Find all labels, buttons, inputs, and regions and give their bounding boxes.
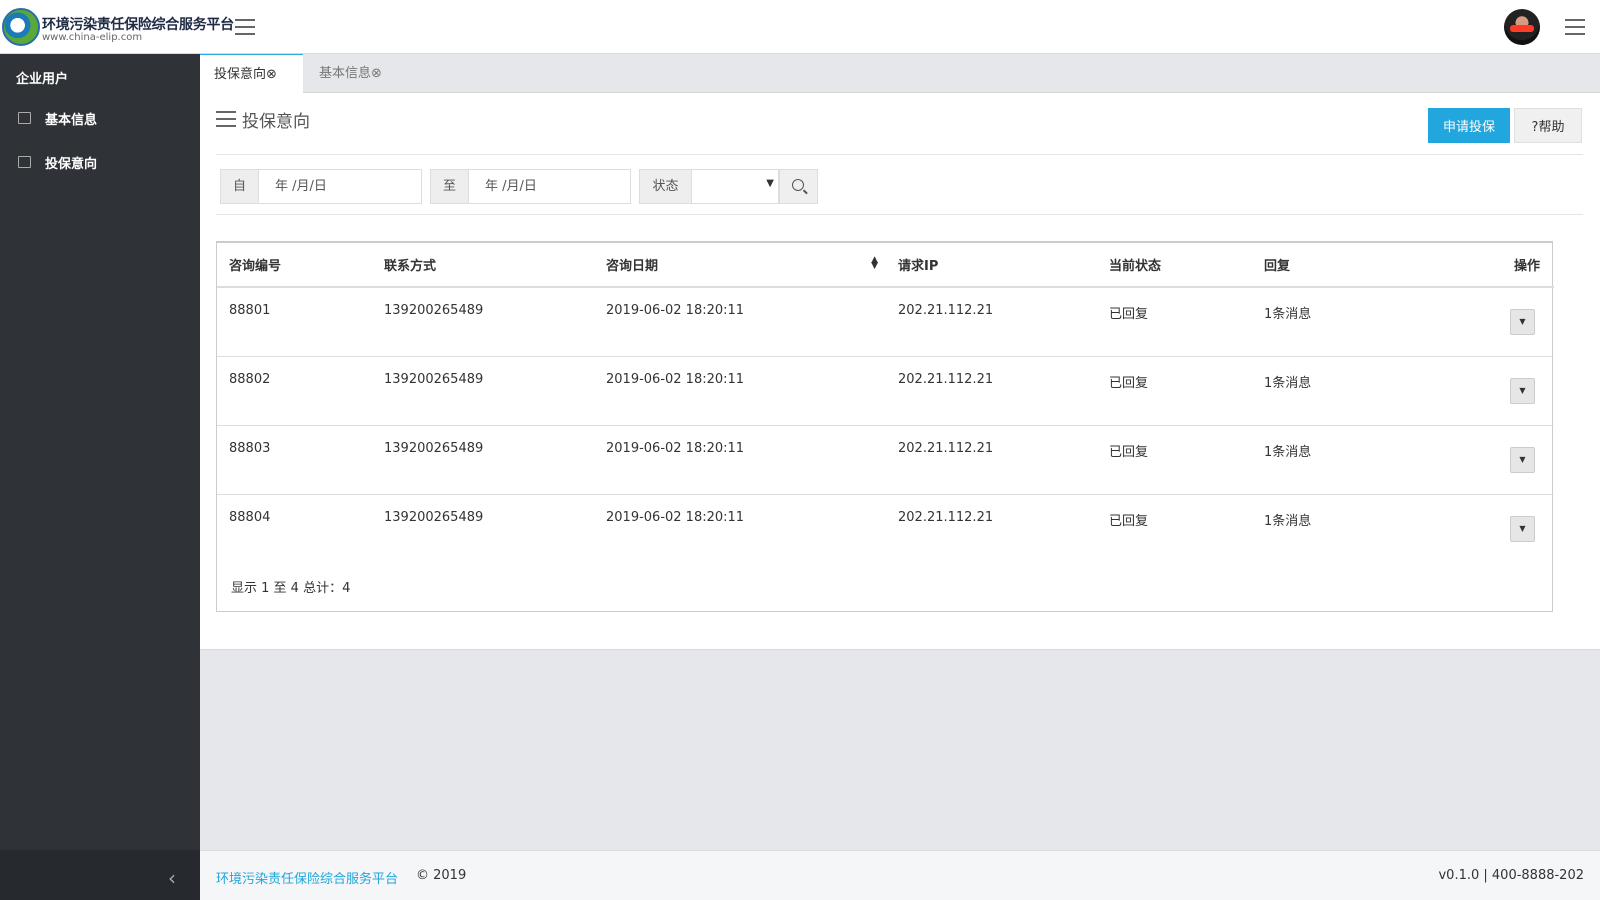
filter-bar: 自 年 /月/日 至 年 /月/日 状态 ▼ xyxy=(216,155,1583,215)
sidebar-title: 企业用户 xyxy=(16,72,69,87)
table-row: 88804 139200265489 2019-06-02 18:20:11 2… xyxy=(217,494,1554,563)
sidebar-item-basic-info[interactable]: 基本信息 xyxy=(0,96,200,140)
to-date-label: 至 xyxy=(430,169,469,204)
tab-insurance-intent[interactable]: 投保意向⊗ xyxy=(200,54,303,93)
contact-number: 139200265489 xyxy=(372,287,594,357)
column-request-ip: 请求IP xyxy=(886,243,1097,288)
apply-insurance-button[interactable]: 申请投保 xyxy=(1428,108,1510,143)
inquiries-table: 咨询编号 联系方式 咨询日期 ▲ ▼ 请求IP 当前状态 回复 操作 88801 … xyxy=(216,241,1554,612)
column-reply: 回复 xyxy=(1252,243,1439,288)
footer-brand-link[interactable]: 环境污染责任保险综合服务平台 xyxy=(216,868,398,887)
sidebar-item-label: 基本信息 xyxy=(45,113,98,128)
insurance-intent-panel: 投保意向 申请投保 ?帮助 自 年 /月/日 至 年 /月/日 状态 ▼ 咨询编… xyxy=(200,93,1600,650)
table-row: 88802 139200265489 2019-06-02 18:20:11 2… xyxy=(217,356,1554,426)
row-actions: ▼ xyxy=(1439,494,1554,563)
status-select[interactable]: ▼ xyxy=(691,169,779,204)
inquiry-status: 已回复 xyxy=(1097,356,1252,426)
logo-icon xyxy=(2,8,40,46)
reply-count: 1条消息 xyxy=(1252,356,1439,426)
inquiry-date: 2019-06-02 18:20:11 xyxy=(594,356,886,426)
from-date-label: 自 xyxy=(220,169,259,204)
inquiry-id: 88801 xyxy=(217,287,372,357)
inquiry-date: 2019-06-02 18:20:11 xyxy=(594,425,886,495)
platform-logo[interactable]: 环境污染责任保险综合服务平台 www.china-elip.com xyxy=(2,8,234,48)
column-contact: 联系方式 xyxy=(372,243,594,288)
page-title: 投保意向 xyxy=(242,112,310,132)
column-date[interactable]: 咨询日期 ▲ ▼ xyxy=(594,243,886,288)
request-ip: 202.21.112.21 xyxy=(886,356,1097,426)
column-status: 当前状态 xyxy=(1097,243,1252,288)
sidebar-collapse-bar[interactable]: ‹ xyxy=(0,850,200,900)
reply-count: 1条消息 xyxy=(1264,513,1312,529)
sidebar-item-insurance-intent[interactable]: 投保意向 xyxy=(0,140,200,184)
table-row: 88803 139200265489 2019-06-02 18:20:11 2… xyxy=(217,425,1554,495)
chevron-left-icon[interactable]: ‹ xyxy=(168,866,176,890)
document-icon xyxy=(18,156,31,168)
help-button[interactable]: ?帮助 xyxy=(1514,108,1582,143)
footer-version-contact: v0.1.0 | 400-8888-202 xyxy=(1438,868,1584,883)
row-actions: ▼ xyxy=(1439,356,1554,426)
inquiry-id: 88804 xyxy=(229,509,271,525)
from-date-input[interactable]: 年 /月/日 xyxy=(258,169,422,204)
contact-number: 139200265489 xyxy=(372,425,594,495)
table-row: 88801 139200265489 2019-06-02 18:20:11 2… xyxy=(217,287,1554,357)
menu-icon[interactable] xyxy=(1565,19,1585,35)
footer: 环境污染责任保险综合服务平台 © 2019 v0.1.0 | 400-8888-… xyxy=(200,850,1600,900)
caret-down-icon[interactable]: ▼ xyxy=(1510,446,1535,473)
request-ip: 202.21.112.21 xyxy=(886,425,1097,495)
sidebar-item-label: 投保意向 xyxy=(45,157,98,172)
to-date-input[interactable]: 年 /月/日 xyxy=(468,169,631,204)
inquiry-status: 已回复 xyxy=(1097,425,1252,495)
footer-copyright: © 2019 xyxy=(416,868,467,883)
tab-basic-info[interactable]: 基本信息⊗ xyxy=(305,54,405,93)
search-icon xyxy=(792,179,804,191)
inquiry-date: 2019-06-02 18:20:11 xyxy=(606,509,745,525)
book-icon xyxy=(18,112,31,124)
inquiry-id: 88802 xyxy=(217,356,372,426)
caret-down-icon[interactable]: ▼ xyxy=(1510,309,1535,335)
top-header: 环境污染责任保险综合服务平台 www.china-elip.com xyxy=(0,0,1600,54)
column-inquiry-id: 咨询编号 xyxy=(217,243,372,288)
request-ip: 202.21.112.21 xyxy=(886,287,1097,357)
chevron-down-icon: ▼ xyxy=(766,178,774,189)
column-actions: 操作 xyxy=(1439,243,1554,288)
reply-count: 1条消息 xyxy=(1252,425,1439,495)
caret-down-icon[interactable]: ▼ xyxy=(1510,515,1535,542)
contact-number: 139200265489 xyxy=(372,356,594,426)
inquiry-status: 已回复 xyxy=(1109,513,1149,529)
status-label: 状态 xyxy=(639,169,692,204)
list-icon xyxy=(216,111,236,127)
table-header-row: 咨询编号 联系方式 咨询日期 ▲ ▼ 请求IP 当前状态 回复 操作 xyxy=(217,243,1554,288)
sort-icon[interactable]: ▲ ▼ xyxy=(871,256,878,271)
contact-number: 139200265489 xyxy=(384,509,484,525)
reply-count: 1条消息 xyxy=(1252,287,1439,357)
column-date-label: 咨询日期 xyxy=(606,259,659,274)
request-ip: 202.21.112.21 xyxy=(898,509,994,525)
inquiry-status: 已回复 xyxy=(1097,287,1252,357)
platform-title: 环境污染责任保险综合服务平台 xyxy=(42,17,234,33)
row-actions: ▼ xyxy=(1439,287,1554,357)
pagination-summary: 显示 1 至 4 总计：4 xyxy=(231,581,351,596)
row-actions: ▼ xyxy=(1439,425,1554,495)
avatar[interactable] xyxy=(1504,9,1540,45)
menu-icon[interactable] xyxy=(235,19,255,35)
panel-header: 投保意向 申请投保 ?帮助 xyxy=(216,107,1583,155)
tab-bar: 投保意向⊗ 基本信息⊗ xyxy=(200,54,1600,93)
inquiry-date: 2019-06-02 18:20:11 xyxy=(594,287,886,357)
platform-url: www.china-elip.com xyxy=(42,32,143,43)
caret-down-icon[interactable]: ▼ xyxy=(1510,377,1535,404)
search-button[interactable] xyxy=(779,169,818,204)
sidebar: 企业用户 基本信息 投保意向 ‹ xyxy=(0,54,200,900)
inquiry-id: 88803 xyxy=(217,425,372,495)
